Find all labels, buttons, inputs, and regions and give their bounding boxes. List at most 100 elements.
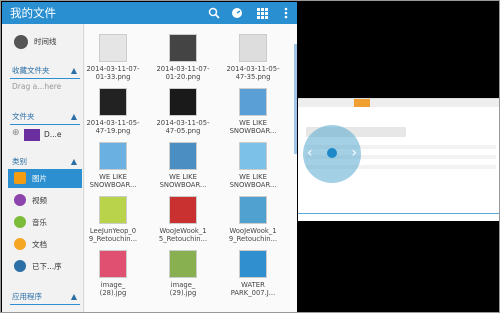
category-label: 视频 [32,196,47,205]
file-thumbnail [169,34,197,62]
file-thumbnail [169,142,197,170]
file-thumbnail [239,88,267,116]
file-thumbnail [169,250,197,278]
file-name: LeeJunYeop_0 9_Retouchin... [88,227,138,243]
folder-icon [24,129,40,141]
video-icon [14,194,26,206]
search-icon[interactable] [206,5,222,21]
file-name: 2014-03-11-05- 47-35.png [226,65,280,81]
file-thumbnail [239,34,267,62]
chevron-up-icon: ▲ [70,292,77,301]
chevron-left-icon[interactable]: ‹ [307,145,313,161]
expand-icon[interactable]: ⊕ [12,128,20,138]
divider [10,304,80,305]
image-icon [14,172,26,184]
file-item[interactable]: image_ (29).jpg [148,250,218,297]
time-icon[interactable] [229,5,245,21]
file-item[interactable]: 2014-03-11-07- 01-33.png [85,34,148,81]
title-bar: 我的文件 [2,2,297,24]
file-thumbnail [99,250,127,278]
preview-tab [354,99,370,107]
favorites-label: 收藏文件夹 [12,66,50,75]
chevron-up-icon: ▲ [70,157,77,166]
apps-header[interactable]: 应用程序 ▲ [2,290,83,304]
grid-view-icon[interactable] [254,5,270,21]
center-handle-icon[interactable] [327,148,337,158]
category-label: 音乐 [32,218,47,227]
file-name: 2014-03-11-05- 47-05.png [156,119,210,135]
drag-hint: Drag a...here [12,82,62,91]
file-item[interactable]: LeeJunYeop_0 9_Retouchin... [85,196,148,243]
categories-header[interactable]: 类别 ▲ [2,155,83,169]
file-item[interactable]: image_ (28).jpg [85,250,148,297]
app-title: 我的文件 [10,6,56,20]
scrollbar[interactable] [294,44,297,154]
file-thumbnail [169,88,197,116]
preview-tabbar [298,99,499,107]
divider [10,78,80,79]
preview-line [298,213,499,214]
file-item[interactable]: 2014-03-11-05- 47-05.png [148,88,218,135]
file-item[interactable]: WE LIKE SNOWBOAR... [218,88,288,135]
category-images[interactable]: 图片 [8,169,82,188]
file-name: 2014-03-11-07- 01-33.png [86,65,140,81]
divider [10,124,80,125]
file-name: WE LIKE SNOWBOAR... [229,173,277,189]
category-label: 文档 [32,240,47,249]
file-item[interactable]: WE LIKE SNOWBOAR... [148,142,218,189]
folder-label: D...e [44,130,62,139]
file-thumbnail [99,142,127,170]
file-item[interactable]: WooJeWook_1 9_Retouchin... [218,196,288,243]
clock-icon [14,35,28,49]
file-name: 2014-03-11-07- 01-20.png [156,65,210,81]
chevron-right-icon[interactable]: › [351,145,357,161]
file-thumbnail [99,88,127,116]
sidebar: 时间线 收藏文件夹 ▲ Drag a...here 文件夹 ▲ ⊕ D...e 类别… [2,24,84,312]
file-item[interactable]: WE LIKE SNOWBOAR... [85,142,148,189]
file-name: WATER PARK_007.J... [230,281,276,297]
my-files-pane: 我的文件 时间线 收藏文件夹 ▲ Drag a...here 文件夹 ▲ ⊕ D… [2,2,297,312]
file-item[interactable]: WE LIKE SNOWBOAR... [218,142,288,189]
more-options-icon[interactable] [278,5,294,21]
file-grid: 2014-03-11-07- 01-33.png 2014-03-11-07- 0… [85,24,297,312]
timeline-item[interactable]: 时间线 [12,32,82,52]
file-item[interactable]: 2014-03-11-05- 47-19.png [85,88,148,135]
download-icon [14,260,26,272]
chevron-up-icon: ▲ [70,66,77,75]
file-thumbnail [239,250,267,278]
category-label: 图片 [32,174,47,183]
file-item[interactable]: 2014-03-11-05- 47-35.png [218,34,288,81]
file-name: WE LIKE SNOWBOAR... [229,119,277,135]
folders-label: 文件夹 [12,112,35,121]
folders-header[interactable]: 文件夹 ▲ [2,110,83,124]
file-thumbnail [239,196,267,224]
category-music[interactable]: 音乐 [8,213,82,232]
file-name: WE LIKE SNOWBOAR... [89,173,137,189]
file-item[interactable]: 2014-03-11-07- 01-20.png [148,34,218,81]
category-videos[interactable]: 视频 [8,191,82,210]
category-documents[interactable]: 文档 [8,235,82,254]
multiwindow-control[interactable]: ‹ › [303,125,361,183]
music-icon [14,216,26,228]
chevron-up-icon: ▲ [70,112,77,121]
folder-item[interactable]: ⊕ D...e [12,127,82,143]
file-name: 2014-03-11-05- 47-19.png [86,119,140,135]
file-item[interactable]: WooJeWook_1 5_Retouchin... [148,196,218,243]
category-label: 已下...序 [32,262,62,271]
file-thumbnail [239,142,267,170]
timeline-label: 时间线 [34,37,57,46]
file-name: WooJeWook_1 5_Retouchin... [158,227,208,243]
favorites-header[interactable]: 收藏文件夹 ▲ [2,64,83,78]
file-thumbnail [99,34,127,62]
file-item[interactable]: WATER PARK_007.J... [218,250,288,297]
category-downloads[interactable]: 已下...序 [8,257,82,276]
file-name: image_ (29).jpg [169,281,197,297]
file-thumbnail [169,196,197,224]
apps-label: 应用程序 [12,292,42,301]
file-thumbnail [99,196,127,224]
file-name: WE LIKE SNOWBOAR... [159,173,207,189]
file-name: WooJeWook_1 9_Retouchin... [228,227,278,243]
document-icon [14,238,26,250]
categories-label: 类别 [12,157,27,166]
file-name: image_ (28).jpg [99,281,127,297]
